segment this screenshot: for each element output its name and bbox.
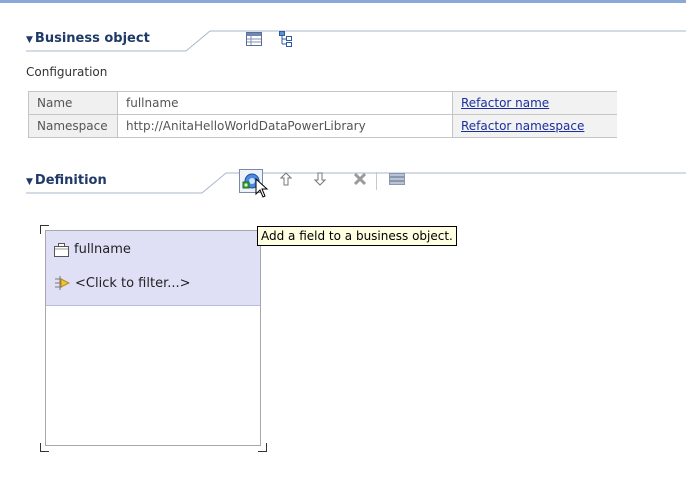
business-object-box-header: fullname <Click to filter...> <box>46 231 260 306</box>
mouse-cursor-icon <box>255 178 269 198</box>
configuration-label: Configuration <box>26 65 108 79</box>
definition-header: ▼ Definition <box>26 169 686 198</box>
toolbar-separator <box>376 172 377 190</box>
refactor-namespace-link[interactable]: Refactor namespace <box>461 119 584 133</box>
delete-button[interactable] <box>350 169 370 189</box>
definition-toggle[interactable]: ▼ Definition <box>26 173 107 188</box>
business-object-title: Business object <box>34 31 150 46</box>
filter-icon <box>55 276 70 290</box>
property-link-cell: Refactor name <box>452 91 617 115</box>
delete-icon <box>353 172 367 186</box>
property-value: fullname <box>117 91 453 115</box>
business-object-name: fullname <box>74 242 131 257</box>
move-down-button[interactable] <box>310 169 330 189</box>
expand-triangle-icon: ▼ <box>26 177 33 187</box>
move-up-icon <box>280 172 292 186</box>
tooltip: Add a field to a business object. <box>257 226 457 246</box>
business-object-box[interactable]: fullname <Click to filter...> <box>45 230 261 446</box>
business-object-header: ▼ Business object <box>26 28 686 52</box>
expand-triangle-icon: ▼ <box>26 35 33 45</box>
business-object-name-row[interactable]: fullname <box>54 242 131 257</box>
table-row: Name fullname Refactor name <box>28 91 617 115</box>
table-view-icon[interactable] <box>244 29 264 49</box>
layout-button[interactable] <box>387 169 407 189</box>
property-key: Name <box>28 91 118 115</box>
property-key: Namespace <box>28 114 118 138</box>
property-value: http://AnitaHelloWorldDataPowerLibrary <box>117 114 453 138</box>
business-object-toggle[interactable]: ▼ Business object <box>26 31 150 46</box>
tree-view-icon[interactable] <box>276 29 296 49</box>
filter-row[interactable]: <Click to filter...> <box>54 275 191 291</box>
refactor-name-link[interactable]: Refactor name <box>461 96 549 110</box>
table-row: Namespace http://AnitaHelloWorldDataPowe… <box>28 114 617 138</box>
property-link-cell: Refactor namespace <box>452 114 617 138</box>
layout-icon <box>389 173 405 185</box>
top-border <box>0 0 686 3</box>
business-object-icon <box>54 242 69 257</box>
move-down-icon <box>314 172 326 186</box>
move-up-button[interactable] <box>276 169 296 189</box>
filter-placeholder: <Click to filter...> <box>75 275 191 291</box>
definition-title: Definition <box>34 173 107 188</box>
properties-table: Name fullname Refactor name Namespace ht… <box>28 91 617 138</box>
